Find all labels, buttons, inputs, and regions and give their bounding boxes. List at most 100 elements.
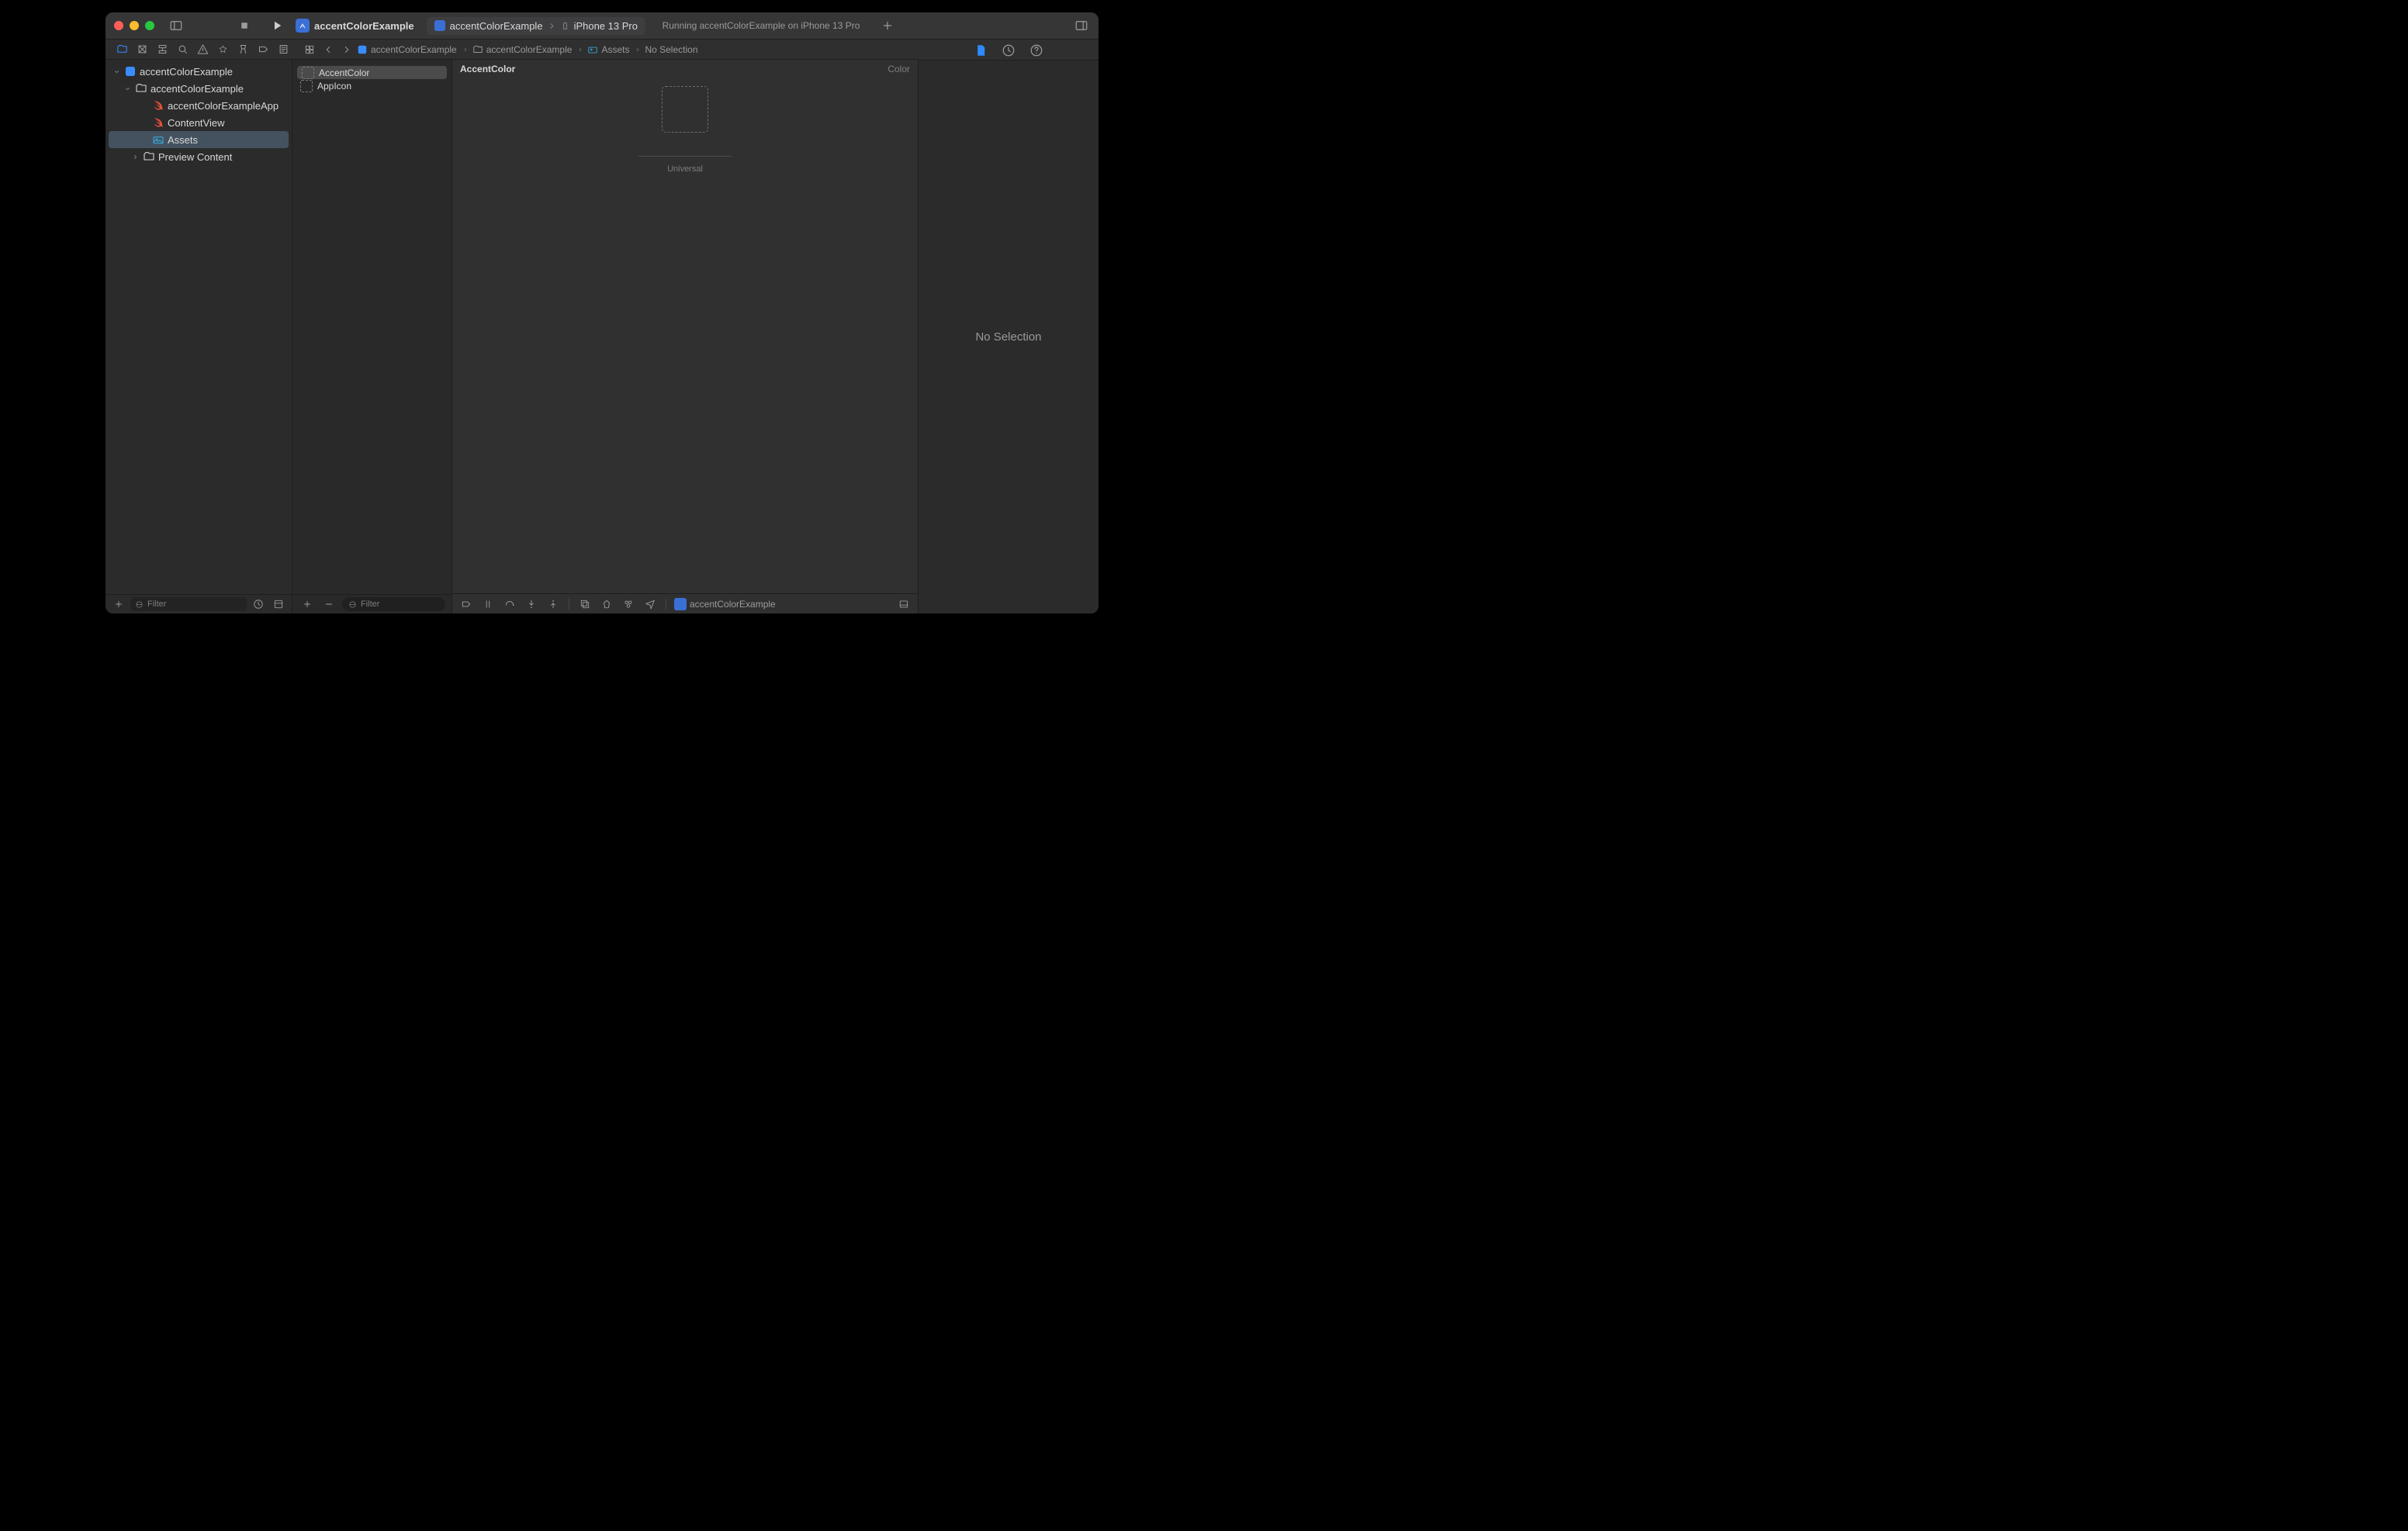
color-well-universal[interactable]: [662, 86, 708, 133]
tree-root[interactable]: accentColorExample: [106, 63, 292, 80]
recent-files-button[interactable]: [250, 596, 267, 612]
file-inspector-tab[interactable]: [974, 43, 988, 57]
test-navigator-tab[interactable]: [213, 42, 233, 57]
tree-group[interactable]: accentColorExample: [106, 80, 292, 97]
file-label: Assets: [168, 134, 198, 146]
chevron-right-icon: [548, 22, 556, 30]
new-tab-button[interactable]: [877, 16, 898, 35]
pause-button[interactable]: [480, 596, 496, 612]
asset-canvas: AccentColor Color Universal: [452, 60, 919, 613]
go-forward-button[interactable]: [338, 42, 355, 57]
crumb-project[interactable]: accentColorExample: [357, 44, 471, 55]
folder-icon: [135, 82, 147, 95]
crumb-group[interactable]: accentColorExample: [472, 44, 586, 55]
asset-label: AccentColor: [319, 67, 369, 78]
project-name-label: accentColorExample: [314, 20, 414, 32]
tree-file-assets[interactable]: Assets: [109, 131, 289, 148]
debug-view-hierarchy-button[interactable]: [577, 596, 593, 612]
add-asset-button[interactable]: [299, 596, 316, 612]
asset-item-appicon[interactable]: AppIcon: [292, 79, 452, 92]
navigator-tabs: [106, 42, 298, 57]
asset-item-accentcolor[interactable]: AccentColor: [297, 66, 447, 79]
symbol-navigator-tab[interactable]: [152, 42, 172, 57]
go-back-button[interactable]: [320, 42, 337, 57]
asset-filter-input[interactable]: Filter: [342, 597, 445, 611]
chevron-right-icon[interactable]: [130, 154, 140, 161]
asset-well-group: Universal: [638, 86, 732, 174]
stop-button[interactable]: [234, 16, 255, 35]
toggle-debug-area-button[interactable]: [896, 596, 912, 612]
scheme-device-label: iPhone 13 Pro: [574, 20, 638, 32]
filter-scope-icon: [135, 600, 144, 609]
chevron-down-icon[interactable]: [112, 68, 121, 75]
assets-icon: [587, 44, 598, 55]
project-navigator-tab[interactable]: [112, 42, 132, 57]
debug-process-selector[interactable]: accentColorExample: [674, 598, 776, 610]
titlebar: accentColorExample accentColorExample iP…: [106, 12, 1098, 40]
debug-navigator-tab[interactable]: [233, 42, 253, 57]
scheme-target-label: accentColorExample: [450, 20, 543, 32]
app-icon: [674, 598, 687, 610]
scheme-selector[interactable]: accentColorExample iPhone 13 Pro: [427, 17, 645, 35]
related-items-button[interactable]: [301, 42, 318, 57]
tree-file-contentview[interactable]: ContentView: [106, 114, 292, 131]
step-out-button[interactable]: [545, 596, 561, 612]
navigator: accentColorExample accentColorExample ac…: [106, 60, 292, 613]
breakpoint-navigator-tab[interactable]: [253, 42, 273, 57]
project-title: accentColorExample: [296, 19, 414, 33]
find-navigator-tab[interactable]: [172, 42, 192, 57]
minimize-window-button[interactable]: [130, 21, 139, 30]
well-divider: [638, 156, 732, 157]
tree-file-app[interactable]: accentColorExampleApp: [106, 97, 292, 114]
toggle-navigator-button[interactable]: [165, 16, 187, 35]
file-label: ContentView: [168, 117, 224, 129]
app-icon: [296, 19, 310, 33]
color-asset-icon: [302, 67, 314, 79]
simulate-location-button[interactable]: [642, 596, 658, 612]
toggle-breakpoints-button[interactable]: [458, 596, 474, 612]
source-control-navigator-tab[interactable]: [132, 42, 152, 57]
step-into-button[interactable]: [524, 596, 539, 612]
step-over-button[interactable]: [502, 596, 517, 612]
xcodeproj-icon: [124, 65, 137, 78]
issue-navigator-tab[interactable]: [192, 42, 213, 57]
crumb-no-selection[interactable]: No Selection: [645, 44, 697, 55]
appicon-asset-icon: [300, 80, 313, 92]
zoom-window-button[interactable]: [145, 21, 154, 30]
tree-root-label: accentColorExample: [140, 66, 233, 78]
debug-bar: accentColorExample: [452, 593, 918, 613]
device-icon: [561, 22, 569, 30]
well-label: Universal: [667, 164, 703, 174]
swift-file-icon: [152, 116, 164, 129]
quick-help-inspector-tab[interactable]: [1029, 43, 1043, 57]
project-tree: accentColorExample accentColorExample ac…: [106, 60, 292, 594]
inspector-tabs: [919, 40, 1098, 60]
asset-type-label: Color: [887, 64, 910, 74]
history-inspector-tab[interactable]: [1002, 43, 1015, 57]
toggle-inspector-button[interactable]: [1071, 16, 1092, 35]
run-button[interactable]: [266, 16, 288, 35]
tree-group-label: accentColorExample: [150, 83, 244, 95]
activity-status: Running accentColorExample on iPhone 13 …: [663, 20, 860, 31]
remove-asset-button[interactable]: [320, 596, 337, 612]
xcode-window: accentColorExample accentColorExample iP…: [106, 12, 1098, 613]
file-label: accentColorExampleApp: [168, 100, 279, 112]
close-window-button[interactable]: [114, 21, 123, 30]
report-navigator-tab[interactable]: [273, 42, 293, 57]
assets-icon: [152, 133, 164, 146]
environment-overrides-button[interactable]: [621, 596, 636, 612]
chevron-down-icon[interactable]: [123, 85, 132, 92]
asset-list: AccentColor AppIcon Filter: [292, 60, 452, 613]
navigator-bottom-bar: Filter: [106, 594, 292, 613]
scheme-app-icon: [434, 20, 445, 31]
folder-icon: [472, 44, 483, 55]
debug-memory-button[interactable]: [599, 596, 614, 612]
inspector-empty-label: No Selection: [975, 330, 1041, 344]
filter-icon: [348, 600, 357, 609]
scm-filter-button[interactable]: [270, 596, 287, 612]
file-label: Preview Content: [158, 151, 232, 163]
add-file-button[interactable]: [110, 596, 127, 612]
crumb-assets[interactable]: Assets: [587, 44, 643, 55]
tree-folder-preview-content[interactable]: Preview Content: [106, 148, 292, 165]
navigator-filter-input[interactable]: Filter: [130, 597, 247, 611]
